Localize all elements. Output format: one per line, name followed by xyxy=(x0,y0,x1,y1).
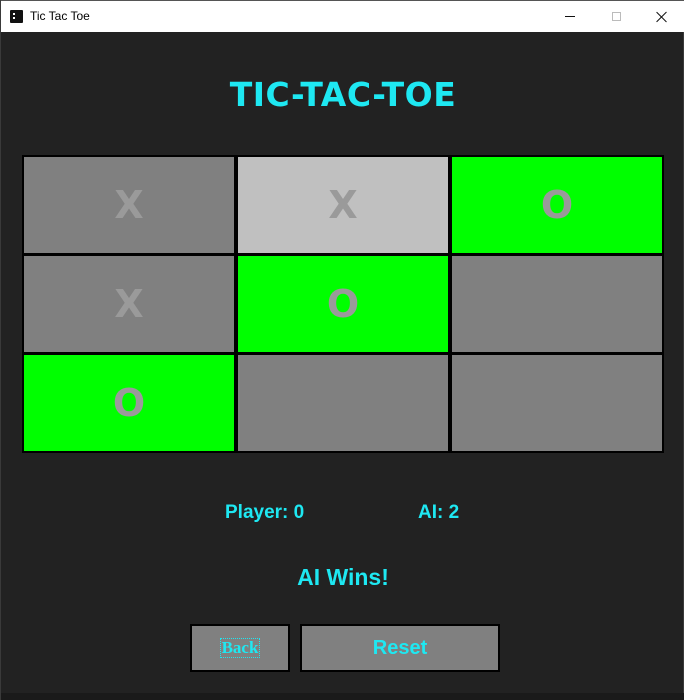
window-title: Tic Tac Toe xyxy=(30,9,90,23)
maximize-icon xyxy=(611,12,621,21)
game-board: XXOXOO xyxy=(22,155,664,453)
ai-score: AI: 2 xyxy=(418,502,460,523)
board-cell-r0-c2[interactable]: O xyxy=(450,155,664,255)
board-cell-r0-c1[interactable]: X xyxy=(236,155,450,255)
board-cell-r1-c0[interactable]: X xyxy=(22,254,236,354)
board-cell-r1-c1[interactable]: O xyxy=(236,254,450,354)
maximize-button[interactable] xyxy=(593,1,639,32)
player-score: Player: 0 xyxy=(225,502,305,523)
close-button[interactable] xyxy=(639,1,684,32)
title-bar: Tic Tac Toe xyxy=(1,0,684,32)
game-title: TIC-TAC-TOE xyxy=(229,75,457,114)
board-cell-r2-c0[interactable]: O xyxy=(22,353,236,453)
minimize-icon xyxy=(565,16,575,17)
board-cell-r0-c0[interactable]: X xyxy=(22,155,236,255)
back-button[interactable]: Back xyxy=(190,624,290,672)
app-icon xyxy=(10,10,23,23)
window-bottom-edge xyxy=(1,693,684,700)
board-cell-r2-c1[interactable] xyxy=(236,353,450,453)
back-button-label: Back xyxy=(219,638,261,658)
minimize-button[interactable] xyxy=(547,1,593,32)
game-status: AI Wins! xyxy=(297,564,389,590)
reset-button[interactable]: Reset xyxy=(300,624,500,672)
board-cell-r2-c2[interactable] xyxy=(450,353,664,453)
app-window: Tic Tac Toe TIC-TAC-TOE XXOXOO Player: 0… xyxy=(0,0,684,700)
board-cell-r1-c2[interactable] xyxy=(450,254,664,354)
close-icon xyxy=(656,11,668,23)
